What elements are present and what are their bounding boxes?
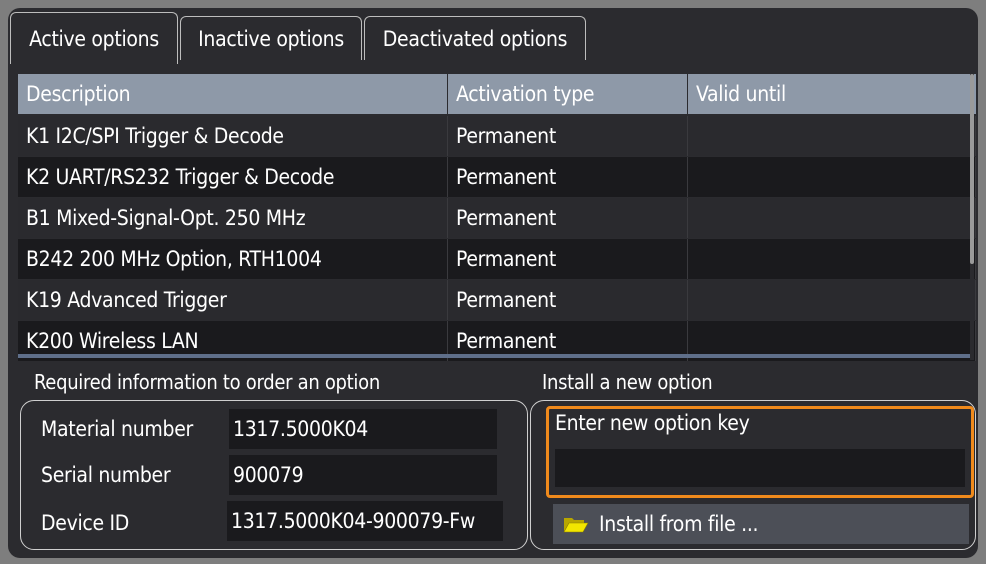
- cell-description: K19 Advanced Trigger: [18, 280, 448, 320]
- cell-activation-type: Permanent: [448, 116, 688, 156]
- option-key-field[interactable]: Enter new option key: [546, 406, 974, 498]
- vertical-scrollbar[interactable]: [970, 74, 974, 360]
- cell-valid-until: [688, 239, 976, 279]
- device-id-value: 1317.5000K04-900079-Fw: [227, 501, 503, 541]
- order-info-title: Required information to order an option: [34, 370, 380, 394]
- horizontal-scrollbar[interactable]: [18, 354, 970, 358]
- options-table: Description Activation type Valid until …: [18, 74, 976, 362]
- tab-bar: Active options Inactive options Deactiva…: [8, 8, 978, 64]
- cell-description: K1 I2C/SPI Trigger & Decode: [18, 116, 448, 156]
- device-id-label: Device ID: [41, 511, 130, 535]
- cell-activation-type: Permanent: [448, 239, 688, 279]
- cell-description: B1 Mixed-Signal-Opt. 250 MHz: [18, 198, 448, 238]
- folder-open-icon: [563, 518, 589, 533]
- tab-deactivated-options[interactable]: Deactivated options: [364, 16, 586, 60]
- option-key-label: Enter new option key: [555, 411, 750, 435]
- cell-description: B242 200 MHz Option, RTH1004: [18, 239, 448, 279]
- table-row[interactable]: K2 UART/RS232 Trigger & Decode Permanent: [18, 157, 976, 197]
- cell-activation-type: Permanent: [448, 280, 688, 320]
- order-info-group: Material number 1317.5000K04 Serial numb…: [20, 400, 528, 550]
- cell-activation-type: Permanent: [448, 198, 688, 238]
- table-row[interactable]: K19 Advanced Trigger Permanent: [18, 280, 976, 320]
- material-number-value: 1317.5000K04: [229, 409, 497, 449]
- table-row[interactable]: B242 200 MHz Option, RTH1004 Permanent: [18, 239, 976, 279]
- table-row[interactable]: B1 Mixed-Signal-Opt. 250 MHz Permanent: [18, 198, 976, 238]
- tab-active-options[interactable]: Active options: [10, 12, 178, 64]
- option-key-input[interactable]: [555, 449, 965, 487]
- install-option-title: Install a new option: [542, 370, 713, 394]
- cell-valid-until: [688, 280, 976, 320]
- install-from-file-label: Install from file ...: [599, 512, 759, 536]
- cell-valid-until: [688, 198, 976, 238]
- column-header-description[interactable]: Description: [18, 74, 448, 114]
- cell-valid-until: [688, 116, 976, 156]
- cell-description: K2 UART/RS232 Trigger & Decode: [18, 157, 448, 197]
- table-body: K1 I2C/SPI Trigger & Decode Permanent K2…: [18, 116, 976, 362]
- column-header-activation-type[interactable]: Activation type: [448, 74, 688, 114]
- vertical-scrollbar-thumb[interactable]: [970, 74, 974, 264]
- column-header-valid-until[interactable]: Valid until: [688, 74, 976, 114]
- cell-valid-until: [688, 157, 976, 197]
- material-number-label: Material number: [41, 417, 193, 441]
- cell-activation-type: Permanent: [448, 157, 688, 197]
- tab-inactive-options[interactable]: Inactive options: [180, 16, 362, 60]
- install-from-file-button[interactable]: Install from file ...: [553, 504, 969, 544]
- option-panel: Active options Inactive options Deactiva…: [8, 8, 978, 558]
- serial-number-value: 900079: [229, 455, 497, 495]
- serial-number-label: Serial number: [41, 463, 171, 487]
- table-row[interactable]: K1 I2C/SPI Trigger & Decode Permanent: [18, 116, 976, 156]
- table-header: Description Activation type Valid until: [18, 74, 976, 114]
